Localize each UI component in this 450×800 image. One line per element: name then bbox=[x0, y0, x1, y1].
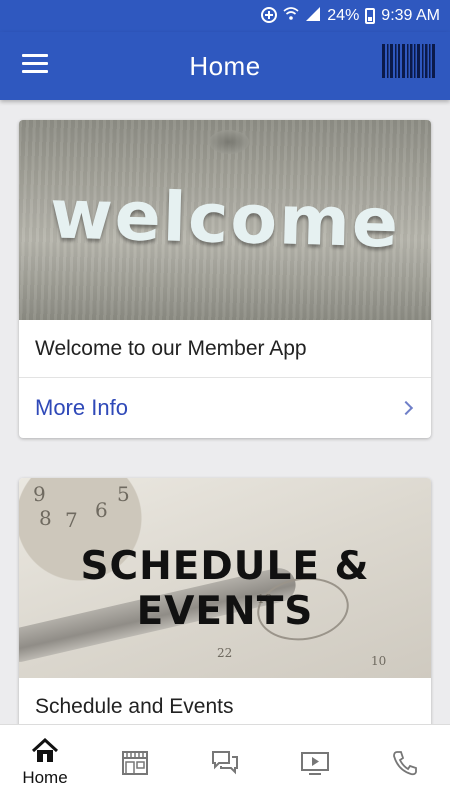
schedule-image: 9 8 7 6 5 18 22 10 SCHEDULE & EVENTS bbox=[19, 478, 431, 678]
calendar-number: 10 bbox=[371, 654, 387, 668]
battery-percent: 24% bbox=[327, 7, 360, 24]
data-saver-icon bbox=[260, 6, 278, 29]
schedule-card[interactable]: 9 8 7 6 5 18 22 10 SCHEDULE & EVENTS Sch… bbox=[19, 478, 431, 724]
status-bar: 24% 9:39 AM bbox=[0, 0, 450, 32]
welcome-image: welcome bbox=[19, 120, 431, 320]
nav-home[interactable]: Home bbox=[0, 725, 90, 800]
chevron-right-icon bbox=[398, 400, 414, 416]
storefront-icon bbox=[122, 750, 148, 775]
more-info-link[interactable]: More Info bbox=[19, 378, 431, 438]
schedule-image-text: SCHEDULE & EVENTS bbox=[80, 544, 370, 634]
clock-number: 5 bbox=[117, 482, 130, 506]
video-play-icon bbox=[301, 751, 329, 775]
nav-media[interactable] bbox=[270, 725, 360, 800]
nav-call[interactable] bbox=[360, 725, 450, 800]
clock-number: 6 bbox=[95, 498, 108, 522]
chat-icon bbox=[212, 750, 238, 774]
schedule-card-title: Schedule and Events bbox=[19, 678, 431, 724]
wifi-icon bbox=[283, 6, 299, 26]
nav-home-label: Home bbox=[22, 767, 68, 787]
nav-messages[interactable] bbox=[180, 725, 270, 800]
barcode-icon[interactable] bbox=[380, 42, 438, 80]
calendar-number: 22 bbox=[217, 646, 233, 660]
more-info-label: More Info bbox=[35, 395, 128, 420]
home-icon bbox=[31, 737, 59, 762]
clock-number: 8 bbox=[39, 506, 52, 530]
phone-icon bbox=[393, 750, 417, 775]
clock-number: 9 bbox=[33, 482, 46, 506]
app-bar: Home bbox=[0, 32, 450, 100]
status-time: 9:39 AM bbox=[381, 7, 440, 24]
welcome-card-title: Welcome to our Member App bbox=[19, 320, 431, 378]
bottom-nav: Home bbox=[0, 724, 450, 800]
welcome-card[interactable]: welcome Welcome to our Member App More I… bbox=[19, 120, 431, 438]
welcome-image-text: welcome bbox=[48, 175, 402, 264]
home-feed[interactable]: welcome Welcome to our Member App More I… bbox=[0, 100, 450, 724]
signal-icon bbox=[305, 6, 321, 26]
battery-icon bbox=[365, 8, 376, 24]
clock-number: 7 bbox=[65, 508, 78, 532]
nav-store[interactable] bbox=[90, 725, 180, 800]
